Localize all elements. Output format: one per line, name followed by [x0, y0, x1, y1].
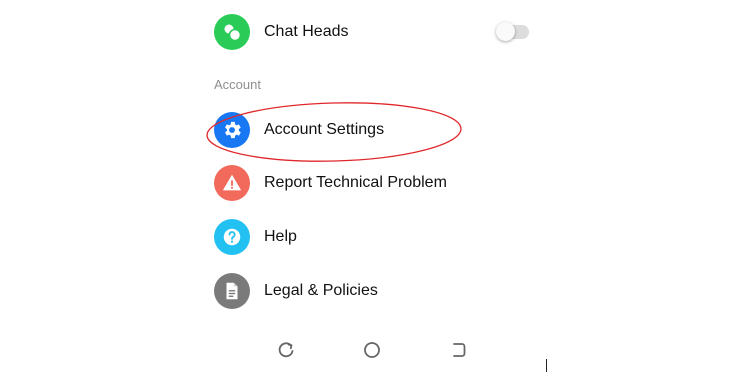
report-problem-item[interactable]: Report Technical Problem — [214, 163, 447, 203]
help-item[interactable]: Help — [214, 217, 297, 257]
help-label: Help — [264, 228, 297, 245]
question-icon — [214, 219, 250, 255]
report-problem-label: Report Technical Problem — [264, 174, 447, 191]
home-icon[interactable] — [362, 340, 382, 360]
account-section-header: Account — [214, 77, 261, 92]
warning-icon — [214, 165, 250, 201]
account-settings-item[interactable]: Account Settings — [214, 110, 384, 150]
account-settings-label: Account Settings — [264, 121, 385, 138]
legal-policies-label: Legal & Policies — [264, 282, 378, 299]
toggle-knob — [496, 22, 515, 41]
recent-apps-icon[interactable] — [276, 340, 296, 360]
chat-heads-icon — [214, 14, 250, 50]
cursor-mark — [546, 359, 547, 372]
legal-policies-item[interactable]: Legal & Policies — [214, 271, 378, 311]
navigation-bar — [0, 335, 750, 363]
gear-icon — [214, 112, 250, 148]
chat-heads-toggle[interactable] — [496, 22, 529, 41]
document-icon — [214, 273, 250, 309]
chat-heads-label: Chat Heads — [264, 23, 349, 40]
back-icon[interactable] — [448, 340, 468, 360]
chat-heads-row[interactable]: Chat Heads — [214, 12, 349, 52]
